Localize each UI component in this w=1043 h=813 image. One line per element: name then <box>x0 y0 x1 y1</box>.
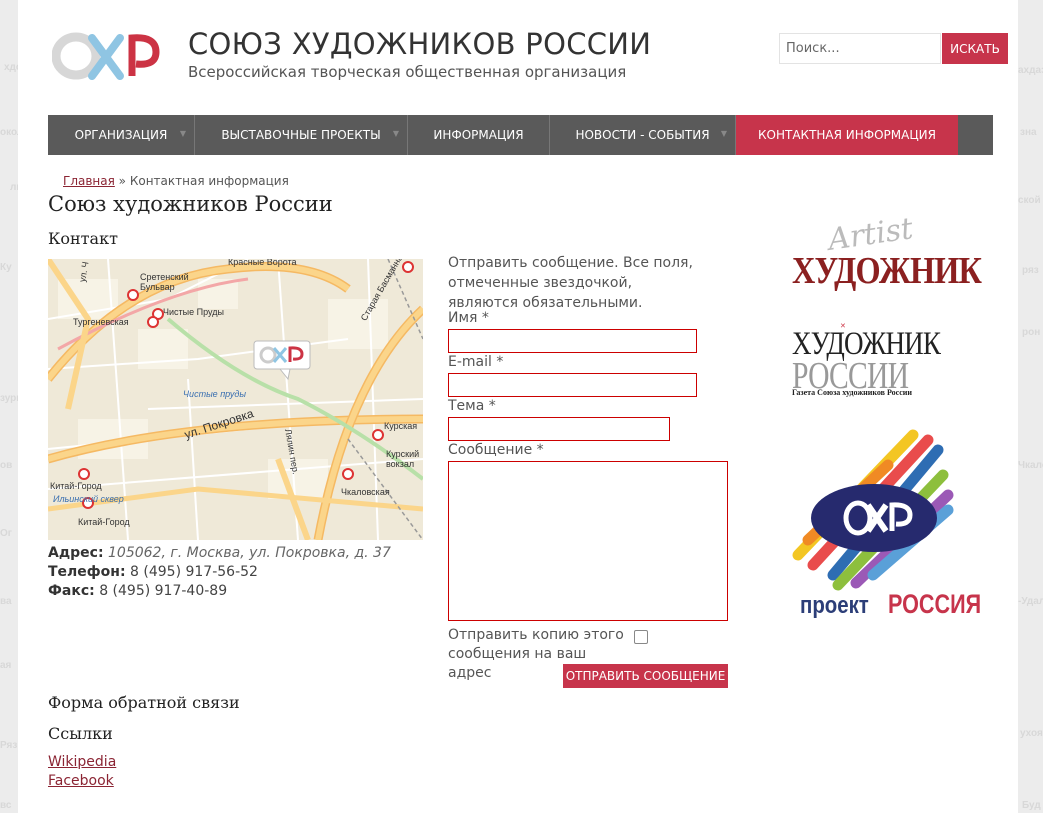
subject-label: Тема * <box>448 398 496 414</box>
address-label: Адрес: <box>48 545 104 561</box>
breadcrumb-separator: » <box>118 174 127 188</box>
newspaper-logo[interactable]: ✕ ХУДОЖНИК РОССИИ Газета Союза художнико… <box>788 322 963 402</box>
nav-item-organization[interactable]: ОРГАНИЗАЦИЯ ▼ <box>48 115 195 155</box>
phone-label: Телефон: <box>48 564 126 580</box>
background-word: -Удал <box>1018 596 1043 607</box>
map-label: Чистые пруды <box>183 389 246 399</box>
subject-field[interactable] <box>448 417 670 441</box>
map-label: Красные Ворота <box>228 259 297 267</box>
artist-logo[interactable]: Artist ХУДОЖНИК <box>788 211 982 297</box>
search-button[interactable]: ИСКАТЬ <box>942 33 1008 64</box>
page: СОЮЗ ХУДОЖНИКОВ РОССИИ Всероссийская тво… <box>18 0 1018 813</box>
fax-line: Факс: 8 (495) 917-40-89 <box>48 583 227 599</box>
artist-title: ХУДОЖНИК <box>792 250 982 292</box>
message-field[interactable] <box>448 461 728 621</box>
background-word: ов <box>0 460 13 471</box>
map-label: Сретенский Бульвар <box>140 272 189 292</box>
name-field[interactable] <box>448 329 697 353</box>
background-word: ахдаз <box>1018 65 1043 76</box>
background-word: ухоярс <box>1020 728 1043 739</box>
nav-item-information[interactable]: ИНФОРМАЦИЯ <box>408 115 550 155</box>
phone-line: Телефон: 8 (495) 917-56-52 <box>48 564 258 580</box>
map-label: Курский вокзал <box>386 449 420 469</box>
background-word: Буд <box>1022 800 1041 811</box>
breadcrumb: Главная » Контактная информация <box>63 174 289 188</box>
nav-label: ИНФОРМАЦИЯ <box>433 128 524 142</box>
email-label: E-mail * <box>448 354 504 370</box>
chevron-down-icon: ▼ <box>179 129 186 138</box>
main-nav: ОРГАНИЗАЦИЯ ▼ ВЫСТАВОЧНЫЕ ПРОЕКТЫ ▼ ИНФОРМ… <box>48 115 993 155</box>
submit-button[interactable]: ОТПРАВИТЬ СООБЩЕНИЕ <box>563 664 728 688</box>
map-label: Китай-Город <box>50 481 102 491</box>
map-label: Ильинский сквер <box>53 494 124 504</box>
message-label: Сообщение * <box>448 442 544 458</box>
background-word: ской <box>1018 195 1041 206</box>
newspaper-caption: Газета Союза художников России <box>792 388 912 397</box>
background-word: ая <box>0 660 12 671</box>
background-word: ва <box>0 596 12 607</box>
nav-item-news[interactable]: НОВОСТИ - СОБЫТИЯ ▼ <box>550 115 736 155</box>
location-map[interactable]: Красные Ворота Сретенский Бульвар Чистые… <box>48 259 423 540</box>
background-word: Чкалов <box>1018 460 1043 471</box>
site-logo[interactable] <box>52 28 164 84</box>
breadcrumb-home-link[interactable]: Главная <box>63 174 115 188</box>
map-label: Тургеневская <box>73 317 129 327</box>
nav-item-contacts[interactable]: КОНТАКТНАЯ ИНФОРМАЦИЯ <box>736 115 958 155</box>
search-input[interactable] <box>779 33 941 64</box>
project-russia-logo[interactable]: проект РОССИЯ <box>778 425 981 630</box>
russia-word: РОССИЯ <box>888 589 982 619</box>
background-word: Ряз <box>0 740 18 751</box>
background-word: Ог <box>0 528 12 539</box>
breadcrumb-current: Контактная информация <box>129 174 289 188</box>
copy-checkbox[interactable] <box>634 630 648 644</box>
fax-label: Факс: <box>48 583 95 599</box>
background-word: рон <box>1022 327 1041 338</box>
site-title[interactable]: СОЮЗ ХУДОЖНИКОВ РОССИИ <box>188 27 651 61</box>
project-word: проект <box>800 592 869 619</box>
name-label: Имя * <box>448 310 489 326</box>
nav-label: КОНТАКТНАЯ ИНФОРМАЦИЯ <box>758 128 936 142</box>
page-title: Союз художников России <box>48 192 333 216</box>
fax-value: 8 (495) 917-40-89 <box>99 583 228 599</box>
background-word: вс <box>0 800 12 811</box>
site-subtitle: Всероссийская творческая общественная ор… <box>188 63 627 81</box>
facebook-link[interactable]: Facebook <box>48 773 114 789</box>
address-value: 105062, г. Москва, ул. Покровка, д. 37 <box>108 545 391 561</box>
contact-heading: Контакт <box>48 229 118 248</box>
map-label: Курская <box>384 421 418 431</box>
chevron-down-icon: ▼ <box>720 129 727 138</box>
map-label: Чистые Пруды <box>163 307 224 317</box>
email-field[interactable] <box>448 373 697 397</box>
nav-label: ОРГАНИЗАЦИЯ <box>74 128 168 142</box>
nav-label: НОВОСТИ - СОБЫТИЯ <box>575 128 710 142</box>
map-label: Китай-Город <box>78 517 130 527</box>
nav-label: ВЫСТАВОЧНЫЕ ПРОЕКТЫ <box>221 128 381 142</box>
nav-item-exhibitions[interactable]: ВЫСТАВОЧНЫЕ ПРОЕКТЫ ▼ <box>195 115 408 155</box>
background-word: зна <box>1020 127 1037 138</box>
background-word: Ку <box>0 262 12 273</box>
wikipedia-link[interactable]: Wikipedia <box>48 754 116 770</box>
chevron-down-icon: ▼ <box>392 129 399 138</box>
address-line: Адрес: 105062, г. Москва, ул. Покровка, … <box>48 545 391 561</box>
map-label: Чкаловская <box>341 487 390 497</box>
links-heading: Ссылки <box>48 724 113 743</box>
feedback-heading: Форма обратной связи <box>48 693 240 712</box>
background-word: ряз <box>1022 265 1039 276</box>
phone-value: 8 (495) 917-56-52 <box>130 564 258 580</box>
form-intro: Отправить сообщение. Все поля, отмеченны… <box>448 255 693 311</box>
